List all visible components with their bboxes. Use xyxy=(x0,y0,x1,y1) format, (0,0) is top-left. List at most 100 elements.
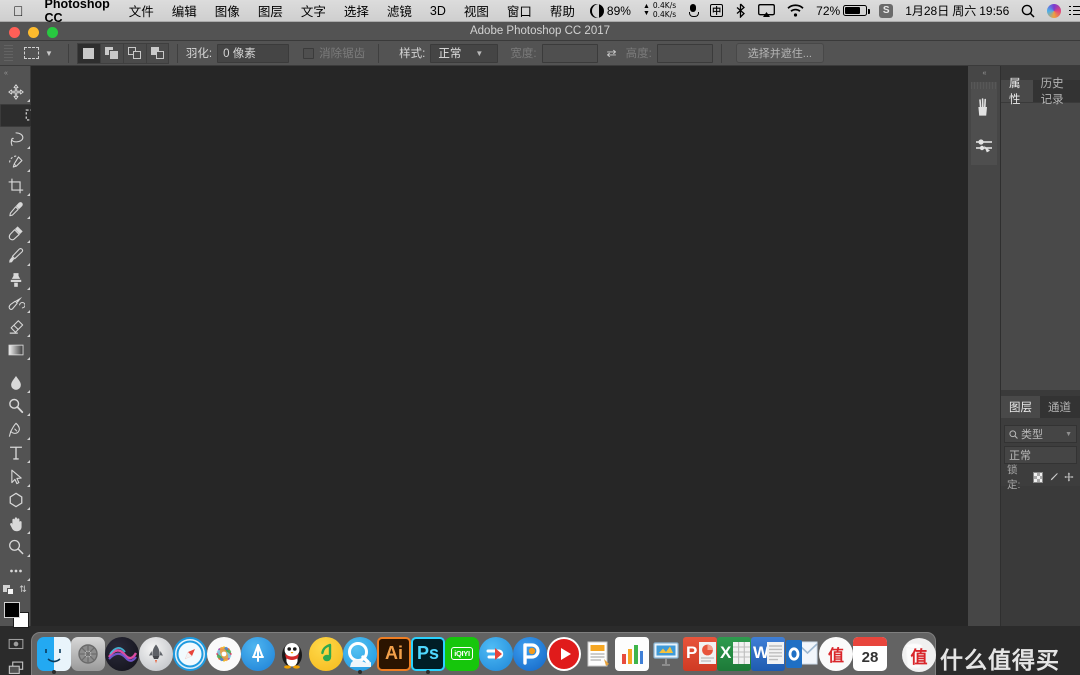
dock-item-video-player[interactable] xyxy=(547,632,581,675)
history-brush-tool[interactable] xyxy=(0,292,31,316)
tab-layers[interactable]: 图层 xyxy=(1001,396,1040,418)
dock-item-system-preferences[interactable] xyxy=(71,632,105,675)
menu-item-type[interactable]: 文字 xyxy=(292,1,335,20)
panel-grip[interactable] xyxy=(971,82,997,89)
close-button[interactable] xyxy=(9,27,20,38)
antialias-checkbox[interactable] xyxy=(303,47,315,59)
zoom-tool[interactable] xyxy=(0,536,31,560)
width-input[interactable] xyxy=(541,43,598,63)
select-and-mask-button[interactable]: 选择并遮住... xyxy=(735,43,824,63)
feather-input[interactable]: 0 像素 xyxy=(217,43,290,63)
hand-tool[interactable] xyxy=(0,512,31,536)
network-monitor[interactable]: ▲ ▼ 0.4K/s 0.4K/s xyxy=(637,1,682,19)
wifi-status[interactable] xyxy=(781,4,810,17)
menu-item-filter[interactable]: 滤镜 xyxy=(378,1,421,20)
menu-item-select[interactable]: 选择 xyxy=(335,1,378,20)
dock-item-calendar[interactable]: 28 xyxy=(853,632,887,675)
lock-transparent-pixels-icon[interactable] xyxy=(1033,471,1044,483)
menu-item-help[interactable]: 帮助 xyxy=(541,1,584,20)
dock-item-qq-music[interactable] xyxy=(309,632,343,675)
spot-healing-brush-tool[interactable] xyxy=(0,221,31,245)
menu-item-file[interactable]: 文件 xyxy=(120,1,163,20)
clock[interactable]: 1月28日 周六 19:56 xyxy=(899,2,1015,19)
dock-item-word[interactable]: W xyxy=(751,632,785,675)
dodge-tool[interactable] xyxy=(0,395,31,419)
menubar-app-name[interactable]: Photoshop CC xyxy=(35,0,120,25)
dock-item-launchpad[interactable] xyxy=(139,632,173,675)
intersect-selection-button[interactable] xyxy=(145,42,169,64)
gradient-tool[interactable] xyxy=(0,339,31,363)
dock-item-app-store[interactable] xyxy=(241,632,275,675)
eraser-tool[interactable] xyxy=(0,315,31,339)
document-canvas-area[interactable] xyxy=(31,66,968,626)
dock-item-qq[interactable] xyxy=(275,632,309,675)
bluetooth-status[interactable] xyxy=(729,3,752,18)
menu-item-view[interactable]: 视图 xyxy=(455,1,498,20)
tab-history[interactable]: 历史记录 xyxy=(1032,78,1080,106)
input-method-status[interactable]: 中 xyxy=(704,4,729,17)
pen-tool[interactable] xyxy=(0,418,31,442)
properties-panel-body[interactable] xyxy=(1001,102,1080,390)
quick-mask-button[interactable] xyxy=(0,633,31,657)
add-to-selection-button[interactable] xyxy=(99,42,123,64)
lock-position-icon[interactable] xyxy=(1064,471,1074,483)
dock-item-numbers[interactable] xyxy=(615,632,649,675)
dock-item-outlook[interactable] xyxy=(785,632,819,675)
menu-item-3d[interactable]: 3D xyxy=(421,4,455,18)
tab-channels[interactable]: 通道 xyxy=(1040,396,1079,418)
battery-status[interactable]: 72% xyxy=(810,4,873,18)
lock-image-pixels-icon[interactable] xyxy=(1048,471,1059,483)
dock-item-smzdm[interactable]: 值 xyxy=(819,632,853,675)
dock-item-excel[interactable]: X xyxy=(717,632,751,675)
clone-stamp-tool[interactable] xyxy=(0,268,31,292)
eyedropper-tool[interactable] xyxy=(0,198,31,222)
dock-item-photos[interactable] xyxy=(207,632,241,675)
collapse-panel-icon[interactable]: « xyxy=(0,66,30,80)
dock-item-trash[interactable] xyxy=(897,632,931,675)
crop-tool[interactable] xyxy=(0,174,31,198)
microphone-status[interactable] xyxy=(682,3,704,18)
dock-item-illustrator[interactable]: Ai xyxy=(377,632,411,675)
rectangular-marquee-icon[interactable] xyxy=(18,43,44,64)
dock-item-photoshop[interactable]: Ps xyxy=(411,632,445,675)
tab-properties[interactable]: 属性 xyxy=(1001,78,1033,106)
default-colors-icon[interactable] xyxy=(3,584,15,595)
collapse-panels-icon[interactable]: « xyxy=(968,66,1000,80)
swap-dimensions-icon[interactable]: ⇄ xyxy=(607,47,617,59)
sync-app-status[interactable]: S xyxy=(873,3,899,18)
menu-item-edit[interactable]: 编辑 xyxy=(163,1,206,20)
options-bar-grip[interactable] xyxy=(4,44,13,62)
swap-colors-icon[interactable]: ⇅ xyxy=(19,584,27,595)
dock-item-qq-browser[interactable] xyxy=(343,632,377,675)
new-selection-button[interactable] xyxy=(76,42,100,64)
blur-tool[interactable] xyxy=(0,371,31,395)
menu-item-layer[interactable]: 图层 xyxy=(249,1,292,20)
apple-logo-icon[interactable]:  xyxy=(0,4,35,18)
brush-settings-button[interactable] xyxy=(971,127,997,165)
dock-item-iqiyi[interactable]: iQIYI xyxy=(445,632,479,675)
spotlight-button[interactable] xyxy=(1015,4,1041,18)
tool-preset-chevron-down-icon[interactable]: ▼ xyxy=(45,49,53,58)
type-tool[interactable] xyxy=(0,442,31,466)
screen-mode-button[interactable] xyxy=(0,656,31,675)
dock-item-safari[interactable] xyxy=(173,632,207,675)
foreground-color-swatch[interactable] xyxy=(4,601,20,618)
height-input[interactable] xyxy=(656,43,713,63)
dock-item-keynote[interactable] xyxy=(649,632,683,675)
dock-item-thunder[interactable] xyxy=(479,632,513,675)
dock-item-finder[interactable] xyxy=(37,632,71,675)
dock-item-pptv[interactable] xyxy=(513,632,547,675)
dock-item-pages[interactable] xyxy=(581,632,615,675)
airplay-status[interactable] xyxy=(752,3,781,18)
dock-item-powerpoint[interactable]: P xyxy=(683,632,717,675)
cpu-monitor[interactable]: 89% xyxy=(584,3,637,18)
dock-item-siri[interactable] xyxy=(105,632,139,675)
notification-center-button[interactable] xyxy=(1067,5,1080,16)
subtract-from-selection-button[interactable] xyxy=(122,42,146,64)
maximize-button[interactable] xyxy=(47,27,58,38)
shape-tool[interactable] xyxy=(0,489,31,513)
style-select[interactable]: 正常 ▼ xyxy=(430,43,499,63)
move-tool[interactable] xyxy=(0,80,31,104)
edit-toolbar-button[interactable] xyxy=(0,559,31,583)
minimize-button[interactable] xyxy=(28,27,39,38)
